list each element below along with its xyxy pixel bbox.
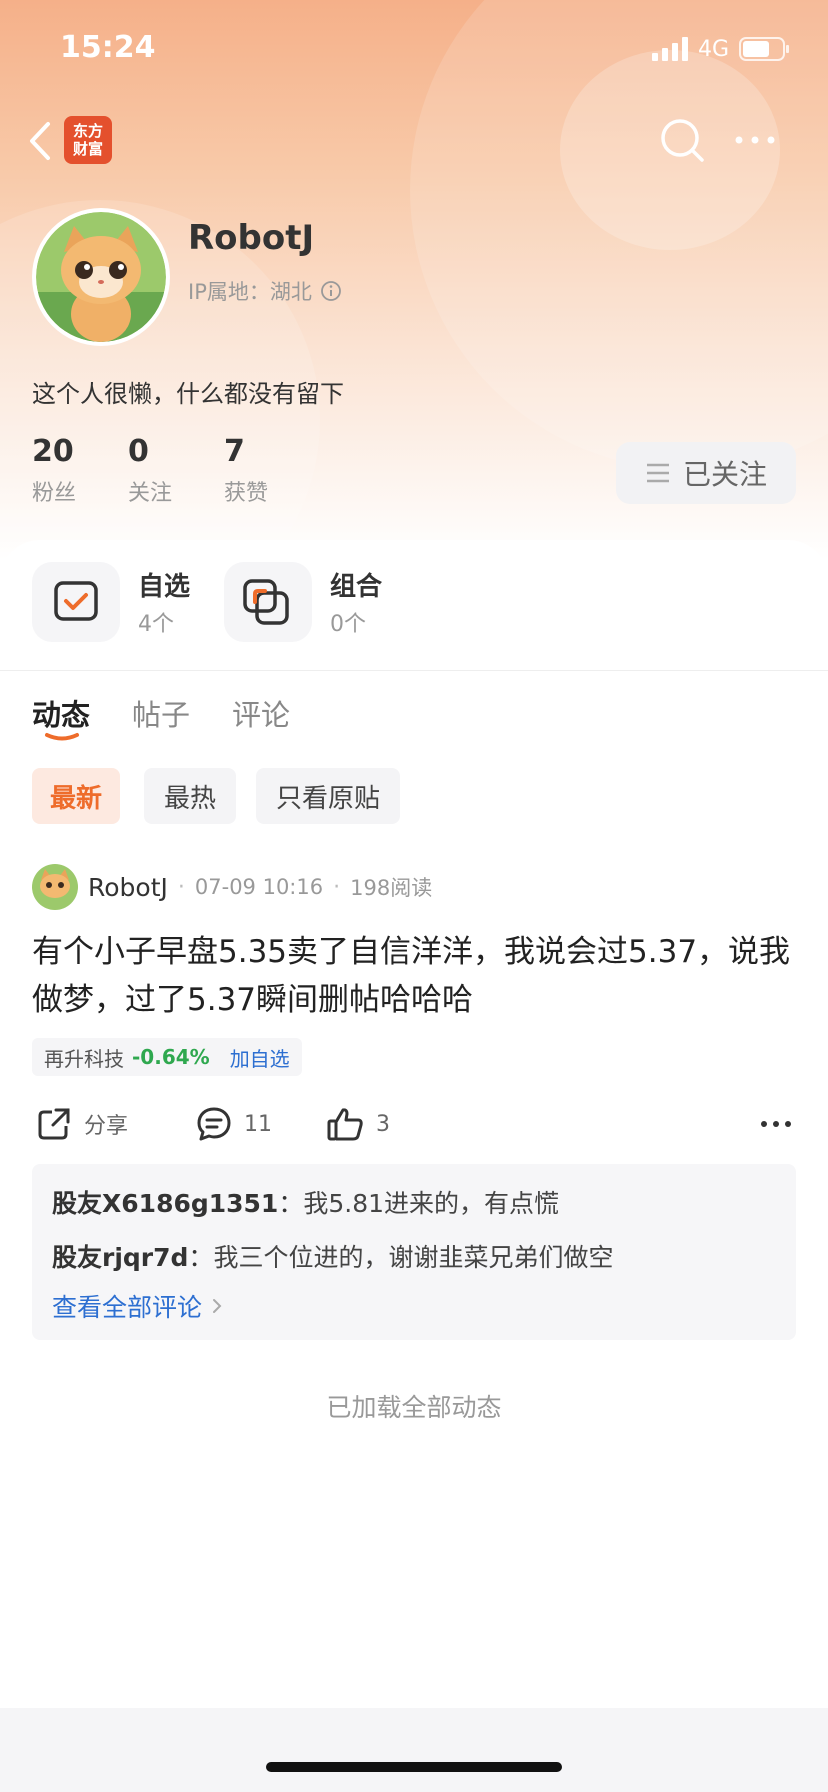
watchlist-icon-box [32,562,120,642]
back-icon[interactable] [26,120,52,162]
like-count: 3 [376,1111,390,1137]
ip-location: IP属地：湖北 [188,276,342,306]
profile-bio: 这个人很懒，什么都没有留下 [32,380,344,408]
reply-text: 我三个位进的，谢谢韭菜兄弟们做空 [213,1243,614,1272]
reply-item[interactable]: 股友X6186g1351：我5.81进来的，有点慌 [52,1184,559,1220]
loaded-all-text: 已加载全部动态 [326,1393,502,1422]
profile-name: RobotJ [188,218,315,258]
share-label: 分享 [84,1114,129,1139]
bottom-bar [0,1708,828,1792]
more-icon[interactable] [734,134,776,146]
post-content[interactable]: 有个小子早盘5.35卖了自信洋洋，我说会过5.37，说我做梦，过了5.37瞬间删… [32,928,792,1024]
add-watchlist-link[interactable]: 加自选 [230,1043,290,1072]
ip-location-text: IP属地：湖北 [188,280,312,304]
reply-user[interactable]: 股友X6186g1351 [52,1189,278,1218]
view-all-label: 查看全部评论 [52,1293,203,1322]
reply-colon: ： [278,1189,304,1218]
tab-dynamics[interactable]: 动态 [32,692,91,741]
stock-change: -0.64% [132,1045,210,1069]
stock-tag[interactable]: 再升科技 -0.64% 加自选 [32,1038,302,1076]
reply-colon: ： [188,1243,214,1272]
stat-value: 0 [128,434,149,469]
post-reads: 198阅读 [350,876,433,900]
stock-name: 再升科技 [44,1046,124,1071]
like-button[interactable]: 3 [326,1104,390,1144]
replies-box: 股友X6186g1351：我5.81进来的，有点慌 股友rjqr7d：我三个位进… [32,1164,796,1340]
app-logo: 东方财富 [64,116,112,164]
status-icons: 4G [652,36,791,62]
view-all-comments[interactable]: 查看全部评论 [52,1288,224,1324]
post-author[interactable]: RobotJ [88,873,168,902]
stat-value: 20 [32,434,74,469]
stat-likes[interactable]: 7 获赞 [224,434,304,507]
search-icon[interactable] [660,118,706,164]
stat-label: 粉丝 [32,481,77,506]
info-icon[interactable] [320,280,342,302]
feature-portfolio[interactable]: 组合 0个 [224,562,424,642]
follow-button-label: 已关注 [682,458,767,491]
filter-label: 最热 [164,783,217,814]
chevron-right-icon [213,1299,222,1313]
tab-comments[interactable]: 评论 [232,692,290,734]
share-icon [38,1108,70,1140]
stat-value: 7 [224,434,245,469]
comment-icon [197,1107,231,1141]
filter-label: 只看原贴 [276,783,381,814]
cat-avatar-icon [36,212,166,342]
reply-item[interactable]: 股友rjqr7d：我三个位进的，谢谢韭菜兄弟们做空 [52,1238,613,1274]
post-time: 07-09 10:16 [194,875,324,899]
stat-fans[interactable]: 20 粉丝 [32,434,112,507]
stat-following[interactable]: 0 关注 [128,434,208,507]
separator-dot: · [333,874,341,900]
status-time: 15:24 [60,30,156,65]
filter-latest[interactable]: 最新 [32,768,121,824]
reply-user[interactable]: 股友rjqr7d [52,1243,188,1272]
filter-label: 最新 [50,783,103,814]
feature-sub: 0个 [330,612,366,637]
feature-title: 组合 [330,572,383,602]
post-header: RobotJ · 07-09 10:16 · 198阅读 [32,864,432,910]
thumbs-up-icon [327,1108,363,1141]
feature-watchlist[interactable]: 自选 4个 [32,562,232,642]
tab-underline [45,733,79,741]
avatar[interactable] [32,208,170,346]
home-indicator[interactable] [266,1762,562,1772]
follow-button[interactable]: 已关注 [616,442,796,504]
stat-label: 关注 [128,481,173,506]
portfolio-icon [243,579,289,625]
network-label: 4G [698,36,730,62]
separator-dot: · [177,874,185,900]
author-avatar[interactable] [32,864,78,910]
feature-sub: 4个 [138,612,174,637]
post-more-icon[interactable] [760,1118,792,1130]
portfolio-icon-box [224,562,312,642]
share-button[interactable]: 分享 [36,1104,128,1144]
tab-posts[interactable]: 帖子 [132,692,190,734]
logo-text: 东方财富 [72,122,103,158]
stat-label: 获赞 [224,481,269,506]
filter-hottest[interactable]: 最热 [144,768,237,824]
signal-icon [652,37,688,61]
reply-text: 我5.81进来的，有点慌 [303,1189,560,1218]
feature-title: 自选 [138,572,191,602]
comment-count: 11 [244,1111,272,1137]
comment-button[interactable]: 11 [196,1104,272,1144]
filter-original[interactable]: 只看原贴 [256,768,401,824]
divider [0,670,828,671]
tab-label: 动态 [32,698,91,732]
battery-icon [739,37,790,61]
watchlist-icon [54,581,98,621]
menu-lines-icon [646,463,669,483]
